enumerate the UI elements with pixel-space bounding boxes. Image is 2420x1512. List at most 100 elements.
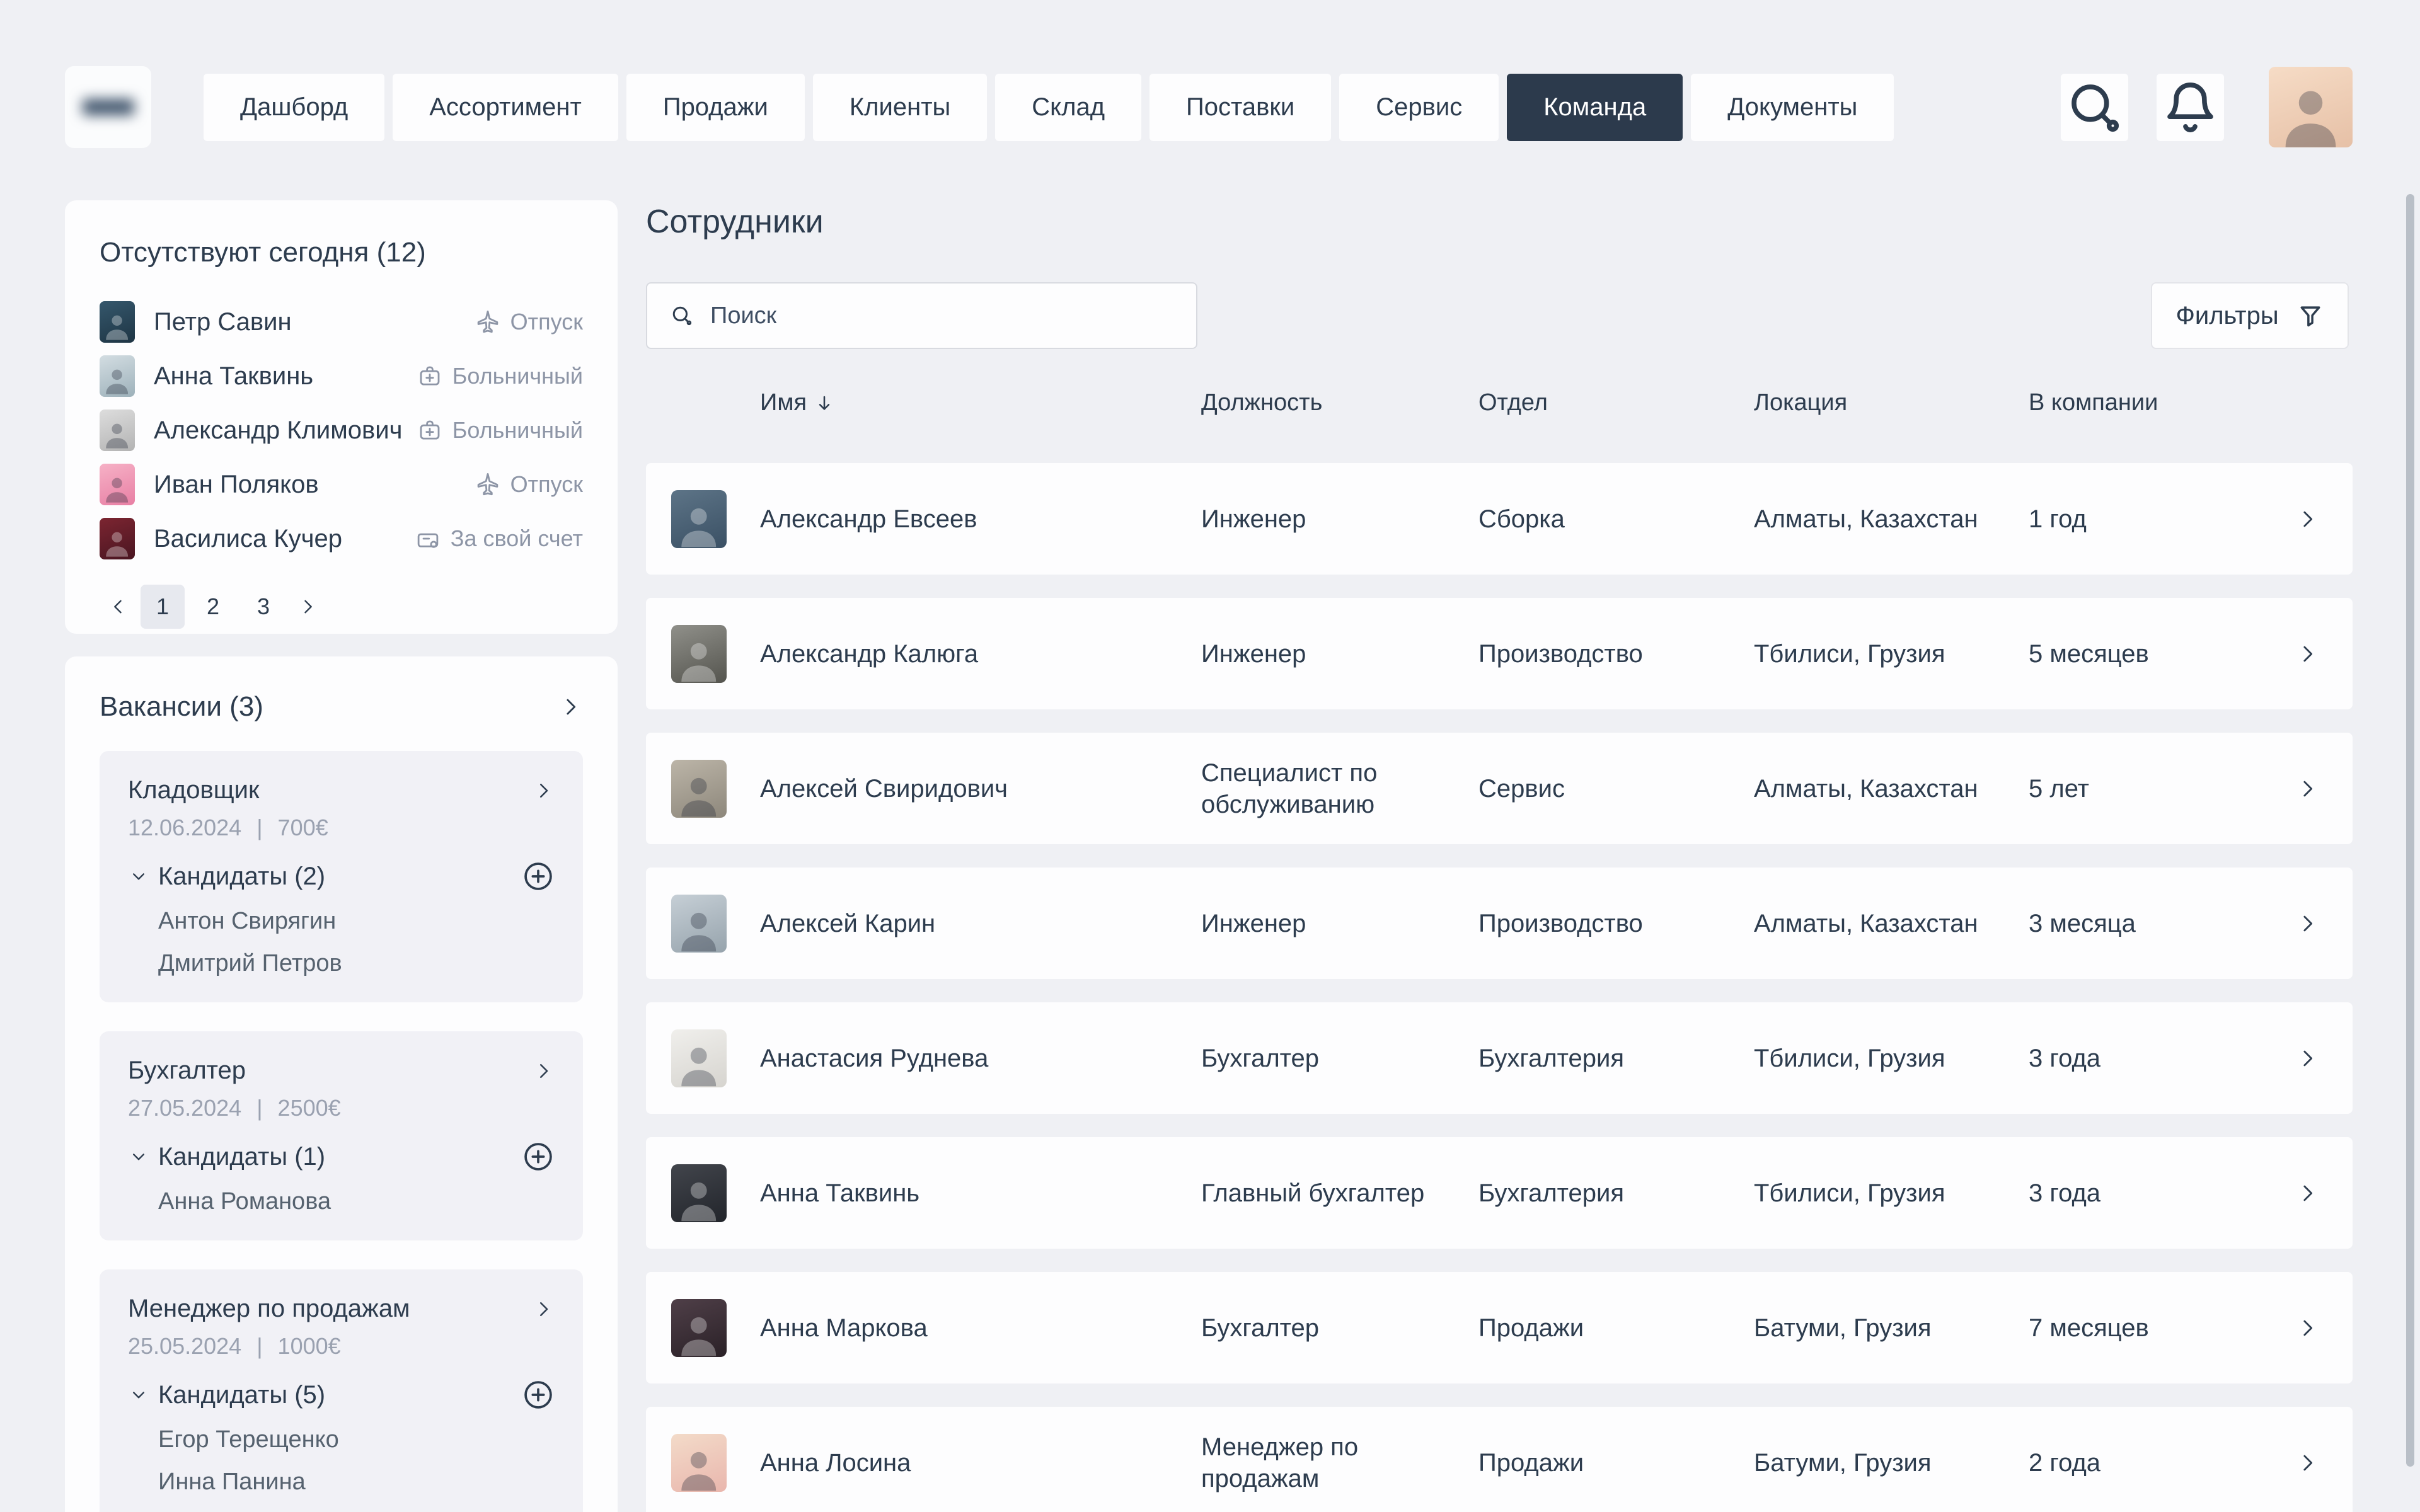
employee-department: Производство bbox=[1478, 908, 1731, 939]
search-button[interactable] bbox=[2061, 74, 2128, 141]
chevron-down-icon bbox=[128, 1146, 149, 1167]
plus-circle-icon[interactable] bbox=[522, 860, 555, 893]
pagination-next-button[interactable] bbox=[289, 585, 326, 629]
status-label: Больничный bbox=[452, 417, 583, 444]
employee-row[interactable]: Анна Лосина Менеджер по продажам Продажи… bbox=[646, 1407, 2353, 1512]
employee-name: Анастасия Руднева bbox=[760, 1043, 1176, 1074]
employee-department: Сборка bbox=[1478, 503, 1731, 535]
status-label: Больничный bbox=[452, 363, 583, 389]
user-avatar[interactable] bbox=[2269, 67, 2353, 147]
arrow-down-icon bbox=[814, 393, 834, 413]
employee-row[interactable]: Анна Маркова Бухгалтер Продажи Батуми, Г… bbox=[646, 1272, 2353, 1383]
employee-row[interactable]: Анастасия Руднева Бухгалтер Бухгалтерия … bbox=[646, 1002, 2353, 1114]
person-name: Иван Поляков bbox=[154, 471, 319, 499]
chevron-right-icon bbox=[297, 596, 318, 617]
employee-tenure: 3 года bbox=[2029, 1043, 2268, 1074]
chevron-right-icon[interactable] bbox=[532, 1298, 555, 1320]
logo bbox=[65, 66, 151, 148]
employee-row[interactable]: Алексей Карин Инженер Производство Алмат… bbox=[646, 868, 2353, 979]
absent-person-row[interactable]: Иван Поляков Отпуск bbox=[100, 457, 583, 512]
nav-item-warehouse[interactable]: Склад bbox=[995, 74, 1141, 141]
candidates-toggle[interactable]: Кандидаты (5) bbox=[128, 1378, 555, 1411]
nav-item-sales[interactable]: Продажи bbox=[626, 74, 805, 141]
chevron-right-icon[interactable] bbox=[2295, 641, 2320, 667]
absent-person-row[interactable]: Василиса Кучер За свой счет bbox=[100, 512, 583, 566]
employee-table: Александр Евсеев Инженер Сборка Алматы, … bbox=[646, 463, 2353, 1512]
absence-status: Отпуск bbox=[475, 471, 583, 498]
chevron-right-icon[interactable] bbox=[2295, 1315, 2320, 1341]
top-bar: Дашборд Ассортимент Продажи Клиенты Скла… bbox=[65, 66, 2353, 148]
chevron-right-icon[interactable] bbox=[2295, 776, 2320, 801]
notifications-button[interactable] bbox=[2157, 74, 2224, 141]
pagination-page-1[interactable]: 1 bbox=[141, 585, 185, 629]
absent-person-row[interactable]: Петр Савин Отпуск bbox=[100, 295, 583, 349]
employee-tenure: 2 года bbox=[2029, 1447, 2268, 1479]
column-label: Должность bbox=[1201, 389, 1322, 416]
search-input[interactable] bbox=[710, 302, 1175, 329]
chevron-right-icon[interactable] bbox=[2295, 1181, 2320, 1206]
plus-circle-icon[interactable] bbox=[522, 1378, 555, 1411]
chevron-right-icon[interactable] bbox=[532, 779, 555, 802]
filters-button[interactable]: Фильтры bbox=[2151, 282, 2349, 349]
candidate-name[interactable]: Инна Панина bbox=[158, 1469, 555, 1496]
candidate-name[interactable]: Егор Терещенко bbox=[158, 1426, 555, 1453]
employee-location: Алматы, Казахстан bbox=[1754, 908, 2006, 939]
absent-person-row[interactable]: Александр Климович Больничный bbox=[100, 403, 583, 457]
employee-row[interactable]: Александр Евсеев Инженер Сборка Алматы, … bbox=[646, 463, 2353, 575]
chevron-right-icon[interactable] bbox=[2295, 911, 2320, 936]
candidates-toggle[interactable]: Кандидаты (1) bbox=[128, 1140, 555, 1173]
bell-icon bbox=[2157, 74, 2224, 141]
column-header-name[interactable]: Имя bbox=[760, 389, 834, 416]
chevron-right-icon[interactable] bbox=[558, 694, 583, 719]
pagination-page-2[interactable]: 2 bbox=[191, 585, 235, 629]
nav-item-dashboard[interactable]: Дашборд bbox=[204, 74, 384, 141]
pagination-page-3[interactable]: 3 bbox=[241, 585, 285, 629]
nav-item-assortment[interactable]: Ассортимент bbox=[393, 74, 618, 141]
vacancies-header[interactable]: Вакансии (3) bbox=[100, 656, 583, 723]
avatar bbox=[671, 760, 727, 818]
vacancy-head[interactable]: Кладовщик bbox=[128, 776, 555, 805]
person-name: Василиса Кучер bbox=[154, 525, 342, 553]
employee-row[interactable]: Александр Калюга Инженер Производство Тб… bbox=[646, 598, 2353, 709]
employee-tenure: 5 месяцев bbox=[2029, 638, 2268, 670]
chevron-right-icon[interactable] bbox=[532, 1060, 555, 1082]
employee-row[interactable]: Анна Таквинь Главный бухгалтер Бухгалтер… bbox=[646, 1137, 2353, 1249]
employee-search bbox=[646, 282, 1197, 349]
status-label: Отпуск bbox=[510, 471, 583, 498]
vacancy-head[interactable]: Менеджер по продажам bbox=[128, 1295, 555, 1323]
vertical-scrollbar[interactable] bbox=[2406, 194, 2414, 1467]
chevron-right-icon[interactable] bbox=[2295, 1450, 2320, 1475]
employee-row[interactable]: Алексей Свиридович Специалист по обслужи… bbox=[646, 733, 2353, 844]
wallet-icon bbox=[415, 525, 441, 552]
nav-item-clients[interactable]: Клиенты bbox=[813, 74, 987, 141]
employee-name: Александр Евсеев bbox=[760, 503, 1176, 535]
candidate-name[interactable]: Дмитрий Петров bbox=[158, 950, 555, 977]
absent-person-row[interactable]: Анна Таквинь Больничный bbox=[100, 349, 583, 403]
employee-name: Александр Калюга bbox=[760, 638, 1176, 670]
vacancy-item: Бухгалтер 27.05.2024 | 2500€ Кандидаты (… bbox=[100, 1031, 583, 1240]
employee-tenure: 7 месяцев bbox=[2029, 1312, 2268, 1344]
topbar-actions bbox=[2061, 67, 2353, 147]
absence-status: Отпуск bbox=[475, 309, 583, 335]
vacancy-title: Кладовщик bbox=[128, 776, 259, 805]
pagination-prev-button[interactable] bbox=[100, 585, 137, 629]
avatar bbox=[100, 410, 135, 451]
chevron-right-icon[interactable] bbox=[2295, 1046, 2320, 1071]
vacancy-head[interactable]: Бухгалтер bbox=[128, 1057, 555, 1085]
employee-name: Алексей Карин bbox=[760, 908, 1176, 939]
nav-item-supplies[interactable]: Поставки bbox=[1150, 74, 1331, 141]
nav-item-team[interactable]: Команда bbox=[1507, 74, 1683, 141]
meta-divider: | bbox=[256, 815, 262, 841]
chevron-right-icon[interactable] bbox=[2295, 507, 2320, 532]
candidates-toggle[interactable]: Кандидаты (2) bbox=[128, 860, 555, 893]
nav-item-documents[interactable]: Документы bbox=[1691, 74, 1894, 141]
absent-today-card: Отсутствуют сегодня (12) Петр Савин Отпу… bbox=[65, 200, 618, 634]
vacancy-title: Бухгалтер bbox=[128, 1057, 246, 1085]
search-icon bbox=[2061, 74, 2128, 141]
plus-circle-icon[interactable] bbox=[522, 1140, 555, 1173]
column-header-department: Отдел bbox=[1478, 389, 1548, 416]
candidate-name[interactable]: Анна Романова bbox=[158, 1188, 555, 1215]
nav-item-service[interactable]: Сервис bbox=[1339, 74, 1499, 141]
person-name: Анна Таквинь bbox=[154, 362, 313, 391]
candidate-name[interactable]: Антон Свирягин bbox=[158, 908, 555, 935]
